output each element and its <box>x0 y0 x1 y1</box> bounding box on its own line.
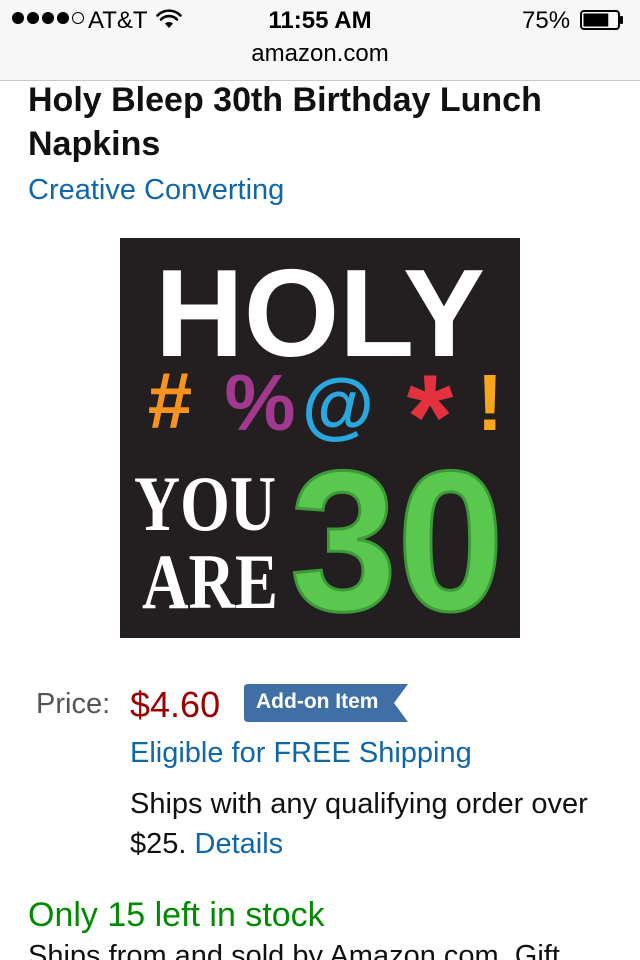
add-on-item-label: Add-on Item <box>256 690 379 713</box>
image-text-30: 30 <box>290 430 504 638</box>
battery-icon <box>580 10 623 30</box>
image-symbol-percent: % <box>224 358 295 447</box>
amazon-product-page: AT&T 11:55 AM 75% amazon.com Holy Bleep … <box>0 0 640 960</box>
price-row: Price: $4.60 Add-on Item <box>36 682 626 728</box>
ships-from-text: Ships from and sold by Amazon.com. Gift <box>28 940 560 960</box>
price-value: $4.60 <box>130 684 221 725</box>
brand-link[interactable]: Creative Converting <box>28 174 284 207</box>
battery-percentage: 75% <box>522 7 571 34</box>
napkin-artwork: HOLY # % @ * ! YOU ARE 30 <box>134 245 506 638</box>
product-title: Holy Bleep 30th Birthday Lunch Napkins <box>28 81 542 163</box>
image-symbol-hash: # <box>148 356 193 445</box>
qualifying-order-text: Ships with any qualifying order over $25… <box>130 784 620 864</box>
status-bar: AT&T 11:55 AM 75% <box>0 0 640 40</box>
price-label: Price: <box>36 688 111 720</box>
free-shipping-link[interactable]: Eligible for FREE Shipping <box>130 737 472 770</box>
image-text-you: YOU <box>134 460 276 547</box>
details-link[interactable]: Details <box>195 828 284 860</box>
address-bar-url[interactable]: amazon.com <box>0 40 640 68</box>
browser-top-bar: AT&T 11:55 AM 75% amazon.com <box>0 0 640 81</box>
add-on-item-badge: Add-on Item <box>244 684 408 722</box>
stock-status: Only 15 left in stock <box>28 896 325 934</box>
image-text-are: ARE <box>142 538 278 625</box>
product-image[interactable]: HOLY # % @ * ! YOU ARE 30 <box>120 238 520 638</box>
